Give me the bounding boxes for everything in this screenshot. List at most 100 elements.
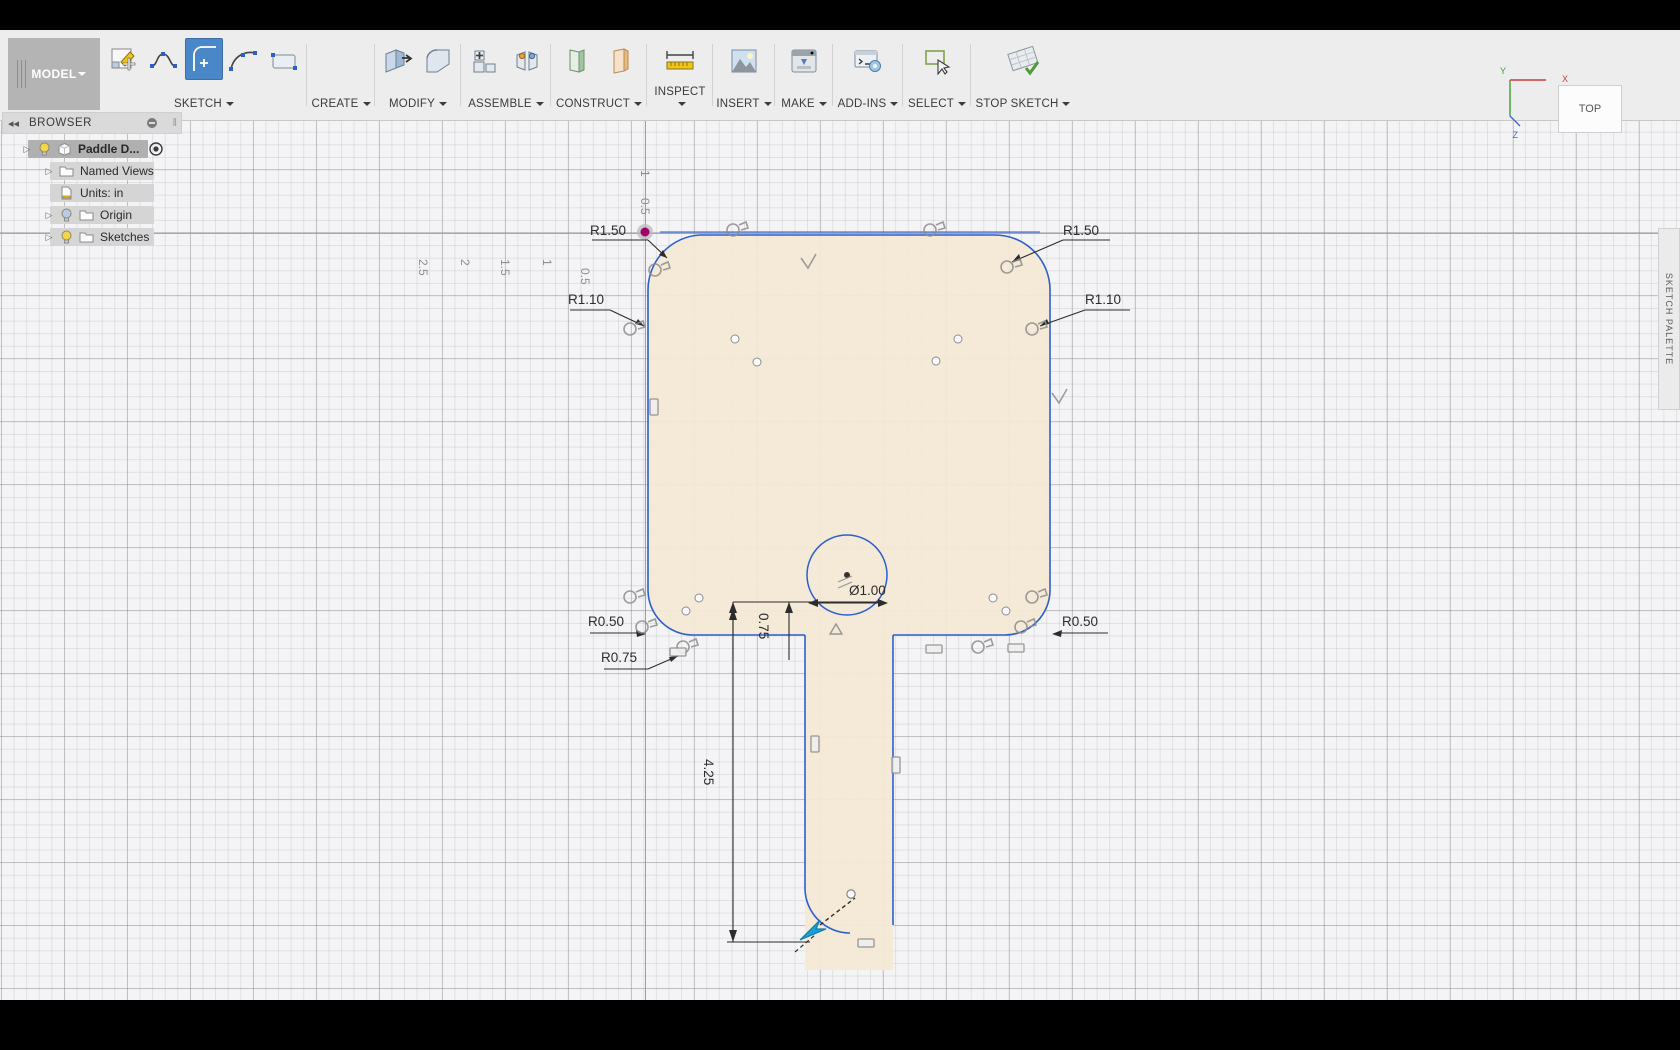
plane-icon[interactable] bbox=[599, 38, 643, 84]
insert-image-icon[interactable] bbox=[722, 38, 766, 84]
workspace-switcher[interactable]: MODEL bbox=[8, 38, 100, 110]
origin-point bbox=[640, 227, 650, 237]
folder-icon bbox=[76, 231, 96, 243]
dimension-hole-diameter[interactable]: Ø1.00 bbox=[849, 583, 886, 598]
sketch-point bbox=[694, 593, 704, 603]
stop-sketch-icon[interactable] bbox=[1001, 38, 1045, 84]
ribbon-group-label-make[interactable]: MAKE bbox=[778, 98, 830, 110]
fusion-window: R1.50 R1.50 R1.10 R1.10 R0.50 R0.50 R0.75 Ø1.00… bbox=[0, 30, 1680, 1000]
ribbon-group-label-select[interactable]: SELECT bbox=[906, 98, 968, 110]
ribbon-group-label-insert[interactable]: INSERT bbox=[716, 98, 772, 110]
dimension-fillet-neck-r075[interactable]: R0.75 bbox=[601, 650, 637, 665]
expander-icon[interactable]: ▷ bbox=[20, 144, 34, 155]
dimension-fillet-top-right-r150[interactable]: R1.50 bbox=[1063, 223, 1099, 238]
arc-tool-button[interactable] bbox=[223, 38, 263, 84]
browser-item-origin[interactable]: ▷ Origin bbox=[2, 204, 182, 226]
sketch-point bbox=[931, 356, 941, 366]
sketch-point bbox=[1001, 606, 1011, 616]
visibility-bulb-icon[interactable] bbox=[56, 208, 76, 222]
ribbon-group-inspect: INSPECT bbox=[650, 34, 710, 116]
offset-plane-icon[interactable] bbox=[555, 38, 599, 84]
folder-icon bbox=[76, 209, 96, 221]
browser-tree: ▷ Paddle D... ▷ Named Views Units: in ▷ Origin… bbox=[2, 138, 182, 248]
browser-grip[interactable]: ‖ bbox=[172, 117, 177, 129]
ruler-label-ruler-1: 1 bbox=[540, 259, 554, 266]
ribbon-toolbar: MODEL SKETCH CREATE MODIFY ASSEMBLE CONS… bbox=[0, 30, 1680, 121]
dimension-fillet-upper-right-r110[interactable]: R1.10 bbox=[1085, 292, 1121, 307]
ribbon-group-label-stop-sketch[interactable]: STOP SKETCH bbox=[974, 98, 1072, 110]
spline-tool-button[interactable] bbox=[144, 38, 184, 84]
browser-item-label: Named Views bbox=[80, 164, 154, 178]
sketch-geometry bbox=[570, 220, 1130, 970]
ribbon-group-modify: MODIFY bbox=[378, 34, 458, 116]
ribbon-group-assemble: ASSEMBLE bbox=[464, 34, 548, 116]
ribbon-group-construct: CONSTRUCT bbox=[554, 34, 644, 116]
activate-component-icon[interactable] bbox=[149, 142, 164, 156]
expander-icon[interactable]: ▷ bbox=[42, 232, 56, 243]
ribbon-group-label-construct[interactable]: CONSTRUCT bbox=[554, 98, 644, 110]
visibility-bulb-icon[interactable] bbox=[34, 142, 54, 156]
axis-label-x: X bbox=[1561, 74, 1568, 84]
axis-indicator bbox=[1509, 79, 1546, 127]
expander-icon[interactable]: ▷ bbox=[42, 166, 56, 177]
leader-r050-right bbox=[1052, 630, 1108, 637]
ruler-label-ruler-2: 2 bbox=[458, 259, 472, 266]
ribbon-group-label-assemble[interactable]: ASSEMBLE bbox=[464, 98, 548, 110]
ribbon-group-addins: ADD-INS bbox=[836, 34, 900, 116]
collapse-browser-icon[interactable]: ◂◂ bbox=[8, 117, 19, 130]
ribbon-group-label-inspect[interactable]: INSPECT bbox=[650, 86, 710, 110]
dimension-fillet-lower-left-r050[interactable]: R0.50 bbox=[588, 614, 624, 629]
ruler-label-ruler-05-left: 0.5 bbox=[578, 268, 592, 285]
rectangle-tool-button[interactable] bbox=[264, 38, 304, 84]
browser-panel: ◂◂ BROWSER ‖ ▷ Paddle D... ▷ Named Views Uni… bbox=[2, 112, 182, 248]
leader-r110-right bbox=[1039, 309, 1130, 327]
measure-icon[interactable] bbox=[658, 38, 702, 84]
dimension-fillet-top-left-r150[interactable]: R1.50 bbox=[590, 223, 626, 238]
sketch-point bbox=[846, 889, 856, 899]
create-sketch-button[interactable] bbox=[104, 38, 144, 84]
ribbon-group-label-create[interactable]: CREATE bbox=[310, 98, 372, 110]
ribbon-group-insert: INSERT bbox=[716, 34, 772, 116]
extrude-icon[interactable] bbox=[378, 38, 418, 84]
document-icon bbox=[56, 186, 76, 200]
expander-icon[interactable]: ▷ bbox=[42, 210, 56, 221]
ruler-label-ruler-15: 1.5 bbox=[498, 259, 512, 276]
new-component-icon[interactable] bbox=[464, 38, 506, 84]
view-cube-face-label: TOP bbox=[1578, 103, 1602, 115]
create-menu-icon[interactable] bbox=[310, 38, 372, 84]
ribbon-group-label-modify[interactable]: MODIFY bbox=[378, 98, 458, 110]
browser-item-sketches[interactable]: ▷ Sketches bbox=[2, 226, 182, 248]
select-window-icon[interactable] bbox=[915, 38, 959, 84]
sketch-palette-label: SKETCH PALETTE bbox=[1664, 272, 1674, 366]
dimension-hole-offset-vertical[interactable]: 0.75 bbox=[756, 613, 771, 639]
dimension-handle-length[interactable]: 4.25 bbox=[701, 759, 716, 785]
sketch-palette-tab[interactable]: SKETCH PALETTE bbox=[1658, 228, 1680, 410]
browser-options-icon[interactable] bbox=[146, 117, 158, 129]
browser-header[interactable]: ◂◂ BROWSER ‖ bbox=[2, 112, 182, 134]
folder-icon bbox=[56, 165, 76, 177]
browser-item-document-root[interactable]: ▷ Paddle D... bbox=[2, 138, 182, 160]
dimension-fillet-upper-left-r110[interactable]: R1.10 bbox=[568, 292, 604, 307]
browser-item-label: Units: in bbox=[80, 186, 124, 200]
3d-print-icon[interactable] bbox=[782, 38, 826, 84]
fillet-tool-button[interactable] bbox=[184, 38, 224, 80]
grip-handle bbox=[17, 60, 27, 88]
sketch-point bbox=[953, 334, 963, 344]
ribbon-group-label-addins[interactable]: ADD-INS bbox=[836, 98, 900, 110]
browser-item-label: Paddle D... bbox=[78, 142, 140, 156]
browser-item-named-views[interactable]: ▷ Named Views bbox=[2, 160, 182, 182]
fillet-3d-icon[interactable] bbox=[418, 38, 458, 84]
ruler-label-ruler-1-top: 1 bbox=[638, 170, 652, 177]
scripts-addins-icon[interactable] bbox=[846, 38, 890, 84]
dimension-fillet-lower-right-r050[interactable]: R0.50 bbox=[1062, 614, 1098, 629]
sketch-point bbox=[988, 593, 998, 603]
ribbon-group-create: CREATE bbox=[310, 34, 372, 116]
component-icon bbox=[54, 142, 74, 156]
axis-label-z: Z bbox=[1512, 130, 1519, 140]
visibility-bulb-icon[interactable] bbox=[56, 230, 76, 244]
chevron-down-icon bbox=[78, 72, 86, 76]
browser-item-units[interactable]: Units: in bbox=[2, 182, 182, 204]
view-cube[interactable]: TOP bbox=[1558, 85, 1622, 133]
ribbon-group-stop-sketch: STOP SKETCH bbox=[974, 34, 1072, 116]
joint-icon[interactable] bbox=[506, 38, 548, 84]
